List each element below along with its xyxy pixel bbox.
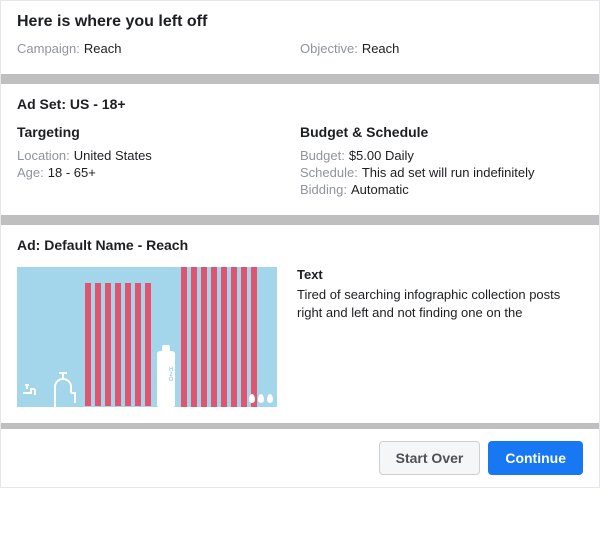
campaign-section: Here is where you left off Campaign: Rea… [1, 1, 599, 74]
campaign-label: Campaign: [17, 41, 80, 56]
tap-icon [21, 379, 45, 403]
targeting-head: Targeting [17, 124, 300, 140]
section-divider [1, 74, 599, 84]
bidding-row: Bidding: Automatic [300, 182, 583, 197]
section-divider [1, 215, 599, 225]
location-label: Location: [17, 148, 70, 163]
adset-title-value: US - 18+ [70, 96, 126, 112]
campaign-row: Campaign: Reach [17, 41, 300, 56]
ad-title-value: Default Name - Reach [44, 237, 188, 253]
pump-icon [49, 371, 79, 407]
ad-text-head: Text [297, 267, 583, 282]
adset-title-label: Ad Set: [17, 96, 66, 112]
adset-title: Ad Set: US - 18+ [17, 96, 583, 112]
continue-button[interactable]: Continue [488, 441, 583, 475]
review-panel: Here is where you left off Campaign: Rea… [0, 0, 600, 488]
schedule-label: Schedule: [300, 165, 358, 180]
objective-label: Objective: [300, 41, 358, 56]
objective-row: Objective: Reach [300, 41, 583, 56]
budget-label: Budget: [300, 148, 345, 163]
ad-title: Ad: Default Name - Reach [17, 237, 583, 253]
ad-text-body: Tired of searching infographic collectio… [297, 286, 583, 321]
age-value: 18 - 65+ [48, 165, 96, 180]
schedule-value: This ad set will run indefinitely [362, 165, 535, 180]
ad-creative-preview: H2O [17, 267, 277, 407]
campaign-value: Reach [84, 41, 122, 56]
budget-value: $5.00 Daily [349, 148, 414, 163]
ad-section: Ad: Default Name - Reach H2O [1, 225, 599, 423]
drops-icon [249, 394, 273, 403]
schedule-row: Schedule: This ad set will run indefinit… [300, 165, 583, 180]
budget-head: Budget & Schedule [300, 124, 583, 140]
age-row: Age: 18 - 65+ [17, 165, 300, 180]
objective-value: Reach [362, 41, 400, 56]
budget-row: Budget: $5.00 Daily [300, 148, 583, 163]
footer-actions: Start Over Continue [1, 429, 599, 487]
location-value: United States [74, 148, 152, 163]
start-over-button[interactable]: Start Over [379, 441, 481, 475]
page-title: Here is where you left off [17, 13, 583, 31]
bidding-label: Bidding: [300, 182, 347, 197]
location-row: Location: United States [17, 148, 300, 163]
ad-title-label: Ad: [17, 237, 40, 253]
bidding-value: Automatic [351, 182, 409, 197]
age-label: Age: [17, 165, 44, 180]
adset-section: Ad Set: US - 18+ Targeting Location: Uni… [1, 84, 599, 215]
